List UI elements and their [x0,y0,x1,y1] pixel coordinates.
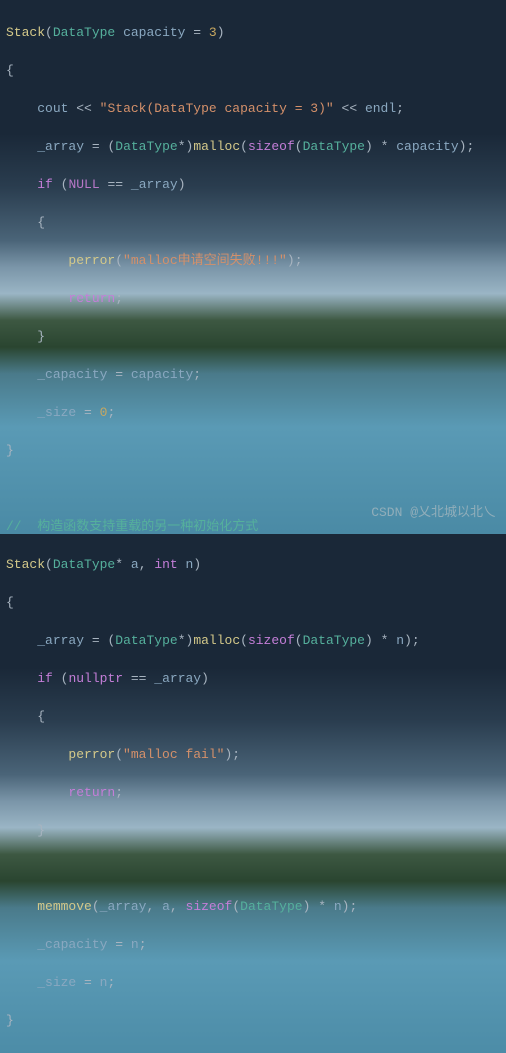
code-line: { [6,707,500,726]
code-line: } [6,821,500,840]
code-line: _capacity = capacity; [6,365,500,384]
code-line: } [6,1011,500,1030]
code-line: _size = 0; [6,403,500,422]
code-line: cout << "Stack(DataType capacity = 3)" <… [6,99,500,118]
function-name: Stack [6,25,45,40]
code-line: } [6,441,500,460]
code-line: { [6,213,500,232]
type-name: DataType [53,25,115,40]
code-line [6,479,500,498]
code-line: { [6,61,500,80]
code-line: _size = n; [6,973,500,992]
watermark-text: CSDN @乂北城以北乀 [371,503,496,522]
code-line: return; [6,289,500,308]
code-line: perror("malloc申请空间失败!!!"); [6,251,500,270]
code-line: return; [6,783,500,802]
code-line: perror("malloc fail"); [6,745,500,764]
string-literal: "Stack(DataType capacity = 3)" [100,101,334,116]
code-line: _array = (DataType*)malloc(sizeof(DataTy… [6,137,500,156]
code-line: } [6,327,500,346]
code-line: if (NULL == _array) [6,175,500,194]
code-line: Stack(DataType capacity = 3) [6,23,500,42]
code-line: Stack(DataType* a, int n) [6,555,500,574]
code-line: _array = (DataType*)malloc(sizeof(DataTy… [6,631,500,650]
code-line: _capacity = n; [6,935,500,954]
code-line: memmove(_array, a, sizeof(DataType) * n)… [6,897,500,916]
comment: // 构造函数支持重载的另一种初始化方式 [6,519,258,534]
code-editor: Stack(DataType capacity = 3) { cout << "… [0,0,506,1053]
code-line: { [6,593,500,612]
code-line: if (nullptr == _array) [6,669,500,688]
code-line [6,859,500,878]
